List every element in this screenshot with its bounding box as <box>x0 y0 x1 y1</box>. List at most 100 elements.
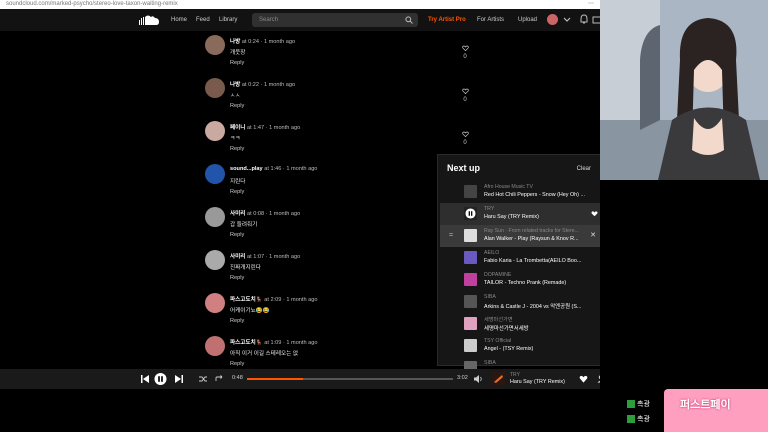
comment-like[interactable]: 0 <box>460 45 470 65</box>
url-text[interactable]: soundcloud.com/marked-psycho/stereo-love… <box>6 1 178 7</box>
try-artist-pro-link[interactable]: Try Artist Pro <box>428 9 466 31</box>
volume-icon[interactable] <box>473 373 483 385</box>
track-title[interactable]: 세명마선가면서세방 <box>484 324 594 332</box>
queue-track[interactable]: DOPAMINETAILOR - Techno Prank (Remade)3:… <box>440 269 620 291</box>
track-title[interactable]: Fabio Karia - La Trombetta(AEILO Boo... <box>484 258 594 264</box>
queue-track[interactable]: ⋯TRYHaru Say (TRY Remix) <box>440 203 620 225</box>
heart-outline-icon[interactable] <box>461 131 469 137</box>
track-artwork[interactable] <box>464 185 477 198</box>
upload-link[interactable]: Upload <box>518 9 537 31</box>
track-artwork[interactable] <box>464 339 477 352</box>
comment-username[interactable]: 파스고도치🦌 <box>230 297 263 303</box>
comment-username[interactable]: 나방 <box>230 39 240 45</box>
drag-handle-icon[interactable]: = <box>449 232 453 239</box>
track-artwork[interactable] <box>464 273 477 286</box>
reply-button[interactable]: Reply <box>230 189 244 195</box>
repeat-icon[interactable] <box>214 373 224 385</box>
comment-username[interactable]: 파스고도치🦌 <box>230 340 263 346</box>
track-user[interactable]: TRY <box>484 206 494 212</box>
now-playing-title[interactable]: Haru Say (TRY Remix) <box>510 379 565 385</box>
nav-home[interactable]: Home <box>171 9 187 31</box>
comment-timestamp[interactable]: 1:07 <box>253 254 264 260</box>
nav-feed[interactable]: Feed <box>196 9 210 31</box>
comment-avatar[interactable] <box>205 164 225 184</box>
heart-outline-icon[interactable] <box>461 88 469 94</box>
track-title[interactable]: TAILOR - Techno Prank (Remade) <box>484 280 594 286</box>
track-title[interactable]: Arkins & Castle J - 2004 vs 악엔공원 (S... <box>484 302 594 310</box>
comment-avatar[interactable] <box>205 336 225 356</box>
track-user[interactable]: Afro House Music TV <box>484 184 533 190</box>
track-user[interactable]: TSY Official <box>484 338 511 344</box>
reply-button[interactable]: Reply <box>230 275 244 281</box>
track-user[interactable]: Ray Sun · From related tracks for Stere.… <box>484 228 579 234</box>
queue-track[interactable]: TSY OfficialAngel - (TSY Remix)3:07 <box>440 335 620 357</box>
reply-button[interactable]: Reply <box>230 146 244 152</box>
comment-avatar[interactable] <box>205 293 225 313</box>
for-artists-link[interactable]: For Artists <box>477 9 504 31</box>
clear-queue-button[interactable]: Clear <box>577 166 591 172</box>
track-user[interactable]: AEILO <box>484 250 499 256</box>
search-input[interactable]: Search <box>252 13 418 27</box>
site-header: Home Feed Library Search Try Artist Pro … <box>0 9 602 31</box>
comment-timestamp[interactable]: 1:09 <box>271 340 282 346</box>
track-title[interactable]: Haru Say (TRY Remix) <box>484 214 594 220</box>
browser-menu-icon[interactable]: ⋯ <box>588 0 594 9</box>
queue-track[interactable]: 세명마선가면세명마선가면서세방2:51 <box>440 313 620 335</box>
reply-button[interactable]: Reply <box>230 232 244 238</box>
previous-icon[interactable] <box>140 373 150 385</box>
comment-avatar[interactable] <box>205 78 225 98</box>
comment-avatar[interactable] <box>205 35 225 55</box>
shuffle-icon[interactable] <box>198 373 208 385</box>
track-title[interactable]: Alan Walker - Play (Raysun & Knov R... <box>484 236 594 242</box>
comment-avatar[interactable] <box>205 121 225 141</box>
comment-username[interactable]: 사미리 <box>230 211 245 217</box>
reply-button[interactable]: Reply <box>230 361 244 367</box>
track-artwork[interactable] <box>464 317 477 330</box>
comment-timestamp[interactable]: 0:24 <box>248 39 259 45</box>
now-playing-artwork[interactable] <box>492 372 505 385</box>
browser-url-bar[interactable]: soundcloud.com/marked-psycho/stereo-love… <box>0 0 600 9</box>
progress-bar[interactable] <box>247 378 453 380</box>
queue-track[interactable]: Afro House Music TV Red Hot Chili Peppers… <box>440 181 620 203</box>
comment-username[interactable]: 나방 <box>230 82 240 88</box>
comment-avatar[interactable] <box>205 207 225 227</box>
search-icon[interactable] <box>405 16 413 24</box>
comment-timestamp[interactable]: 1:47 <box>253 125 264 131</box>
track-user[interactable]: DOPAMINE <box>484 272 511 278</box>
reply-button[interactable]: Reply <box>230 60 244 66</box>
comment-username[interactable]: sound...play <box>230 166 263 172</box>
now-playing-user[interactable]: TRY <box>510 372 520 378</box>
comment-like[interactable]: 0 <box>460 88 470 108</box>
track-user[interactable]: 세명마선가면 <box>484 316 513 323</box>
comment-username[interactable]: 사미리 <box>230 254 245 260</box>
comment-like[interactable]: 0 <box>460 131 470 151</box>
bell-icon[interactable] <box>579 14 589 25</box>
nav-library[interactable]: Library <box>219 9 237 31</box>
queue-track[interactable]: =✕⋯Ray Sun · From related tracks for Ste… <box>440 225 620 247</box>
soundcloud-logo-icon[interactable] <box>138 14 160 26</box>
track-title[interactable]: Angel - (TSY Remix) <box>484 346 594 352</box>
track-artwork[interactable] <box>464 229 477 242</box>
like-heart-icon[interactable] <box>579 373 588 385</box>
track-artwork[interactable] <box>464 295 477 308</box>
queue-track[interactable]: SIBA Arkins & Castle J - 2004 vs 악엔공원 (S.… <box>440 291 620 313</box>
track-user[interactable]: SIBA <box>484 360 496 366</box>
reply-button[interactable]: Reply <box>230 103 244 109</box>
comment-timestamp[interactable]: 0:22 <box>248 82 259 88</box>
heart-outline-icon[interactable] <box>461 45 469 51</box>
reply-button[interactable]: Reply <box>230 318 244 324</box>
comment-timestamp[interactable]: 0:08 <box>253 211 264 217</box>
pause-icon[interactable] <box>154 372 167 386</box>
comment-timestamp[interactable]: 2:09 <box>271 297 282 303</box>
track-title[interactable]: Red Hot Chili Peppers - Snow (Hey Oh) ..… <box>484 192 594 198</box>
next-icon[interactable] <box>174 373 184 385</box>
pause-icon[interactable] <box>465 208 476 219</box>
queue-track[interactable]: AEILO Fabio Karia - La Trombetta(AEILO Bo… <box>440 247 620 269</box>
track-user[interactable]: SIBA <box>484 294 496 300</box>
comment-username[interactable]: 페이니 <box>230 125 245 131</box>
comment-avatar[interactable] <box>205 250 225 270</box>
comment-timestamp[interactable]: 1:46 <box>270 166 281 172</box>
track-artwork[interactable] <box>464 251 477 264</box>
user-avatar[interactable] <box>547 14 558 25</box>
chevron-down-icon[interactable] <box>562 14 572 25</box>
